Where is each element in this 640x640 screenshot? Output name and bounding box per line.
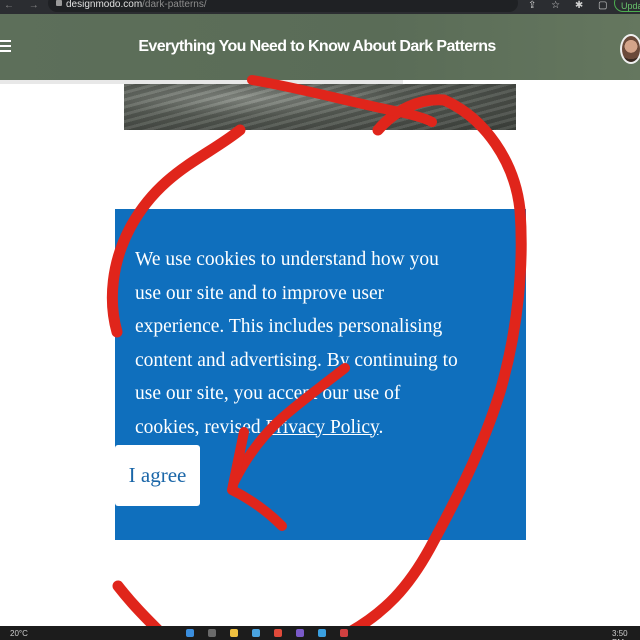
url-domain: designmodo.com (66, 0, 143, 10)
address-bar[interactable]: designmodo.com/dark-patterns/ (48, 0, 518, 12)
cookie-message-text: We use cookies to understand how you use… (135, 249, 458, 438)
taskbar-app-icons[interactable] (186, 629, 466, 639)
weather-widget[interactable]: 20°C (10, 629, 28, 638)
clock: 3:50 PM (612, 629, 628, 640)
os-taskbar: 20°C 3:50 PM (0, 626, 640, 640)
app-icon[interactable] (340, 629, 348, 637)
article-hero-image (124, 84, 516, 130)
app-icon[interactable] (296, 629, 304, 637)
cookie-consent-banner: We use cookies to understand how you use… (115, 209, 526, 540)
url-text: designmodo.com/dark-patterns/ (66, 0, 207, 11)
page-title: Everything You Need to Know About Dark P… (138, 38, 496, 55)
extension-icons[interactable]: ⇪ ☆ ✱ ▢ (528, 0, 614, 12)
agree-button[interactable]: I agree (115, 445, 200, 506)
cookie-message-end: . (378, 416, 384, 438)
windows-icon[interactable] (186, 629, 194, 637)
app-icon[interactable] (318, 629, 326, 637)
update-button[interactable]: Upda (614, 0, 640, 12)
folder-icon[interactable] (230, 629, 238, 637)
site-header: Everything You Need to Know About Dark P… (0, 14, 640, 84)
search-icon[interactable] (208, 629, 216, 637)
cookie-message: We use cookies to understand how you use… (135, 243, 465, 444)
browser-toolbar: ← → C designmodo.com/dark-patterns/ ⇪ ☆ … (0, 0, 640, 14)
privacy-policy-link[interactable]: Privacy Policy (266, 417, 379, 438)
avatar[interactable] (620, 34, 640, 64)
screenshot-page: ← → C designmodo.com/dark-patterns/ ⇪ ☆ … (0, 0, 640, 640)
chrome-icon[interactable] (274, 629, 282, 637)
lock-icon[interactable] (56, 0, 62, 6)
edge-icon[interactable] (252, 629, 260, 637)
url-path: /dark-patterns/ (142, 0, 207, 10)
